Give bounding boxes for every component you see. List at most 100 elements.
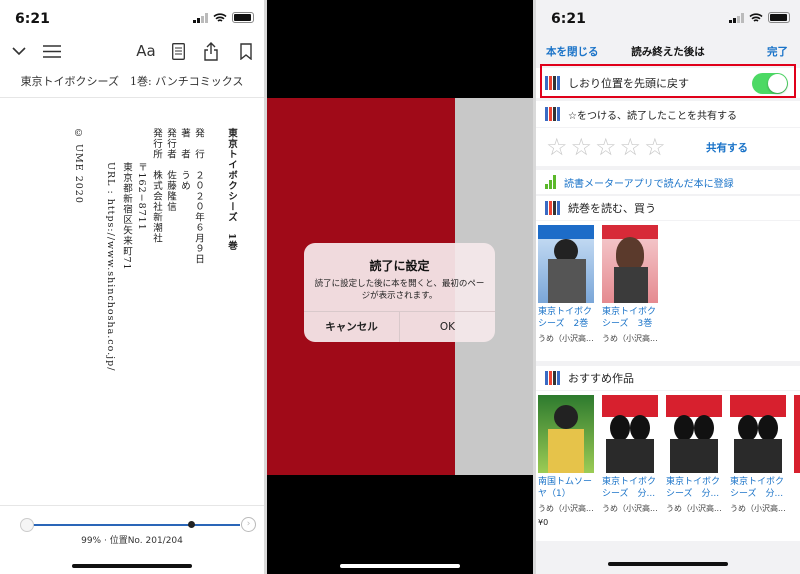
kindle-bars-icon (545, 201, 560, 215)
star-icon[interactable]: ☆ (571, 135, 593, 159)
slider-start-handle[interactable] (20, 518, 34, 532)
recommend-book[interactable]: 東京トイボク シーズ 分... うめ（小沢高... (666, 395, 722, 514)
forward-icon[interactable]: › (241, 517, 256, 532)
book-cover (730, 395, 786, 473)
kindle-bars-icon (545, 107, 560, 121)
dialog-panel: 読了に設定 読了に設定した後に本を開くと、最初のページが表示されます。 キャンセ… (267, 0, 533, 574)
menu-icon[interactable] (42, 38, 62, 64)
bookmark-icon[interactable] (238, 38, 254, 64)
rating-stars[interactable]: ☆ ☆ ☆ ☆ ☆ (546, 135, 666, 159)
star-icon[interactable]: ☆ (595, 135, 617, 159)
status-icons (729, 12, 790, 23)
reading-meter-link: 読書メーターアプリで読んだ本に登録 (564, 178, 734, 190)
book-title: 東京トイボク シーズ 3巻 (602, 307, 657, 329)
done-button[interactable]: 完了 (767, 44, 788, 59)
recommend-book-partial[interactable] (794, 395, 800, 473)
book-title: 東京トイボク シーズ 分... (730, 477, 785, 499)
home-indicator (340, 564, 460, 568)
reader-toolbar: Aa (0, 38, 264, 66)
colophon-address: 東京都新宿区矢来町71 (121, 162, 132, 271)
share-icon[interactable] (203, 38, 219, 64)
book-title: 東京トイボク シーズ 2巻 (538, 307, 593, 329)
star-icon[interactable]: ☆ (620, 135, 642, 159)
book-author: うめ（小沢高... (730, 504, 786, 513)
book-cover (538, 395, 594, 473)
recommend-book[interactable]: 南国トムソー ヤ（1） うめ（小沢高... ¥0 (538, 395, 594, 527)
slider-thumb[interactable] (188, 521, 195, 528)
cancel-button[interactable]: キャンセル (304, 312, 399, 342)
divider (0, 505, 264, 506)
kindle-bars-icon (545, 371, 560, 385)
recommend-list: 南国トムソー ヤ（1） うめ（小沢高... ¥0 東京トイボク シーズ 分...… (536, 391, 800, 541)
series-heading: 続巻を読む、買う (568, 202, 656, 215)
font-settings-icon[interactable]: Aa (134, 38, 158, 64)
progress-label: 99% · 位置No. 201/204 (81, 536, 183, 546)
colophon-publisher-person: 発行者 佐藤隆信 (165, 128, 176, 212)
reading-meter-row[interactable]: 読書メーターアプリで読んだ本に登録 (536, 170, 800, 194)
chevron-down-icon[interactable] (10, 38, 28, 64)
nav-bar: 本を閉じる 読み終えた後は 完了 (536, 38, 800, 64)
book-author: うめ（小沢高... (666, 504, 722, 513)
recommend-heading: おすすめ作品 (568, 372, 634, 385)
colophon-publisher: 発行所 株式会社新潮社 (151, 128, 162, 244)
book-cover (666, 395, 722, 473)
rating-row: ☆ ☆ ☆ ☆ ☆ 共有する (536, 128, 800, 166)
book-cover (538, 225, 594, 303)
share-button[interactable]: 共有する (706, 140, 748, 155)
book-cover (602, 225, 658, 303)
series-book[interactable]: 東京トイボク シーズ 3巻 うめ（小沢高... (602, 225, 658, 344)
signal-icon (193, 12, 208, 23)
status-bar: 6:21 (536, 0, 800, 36)
book-author: うめ（小沢高... (602, 504, 658, 513)
recommend-book[interactable]: 東京トイボク シーズ 分... うめ（小沢高... (602, 395, 658, 514)
book-title: 東京トイボク シーズ 分... (602, 477, 657, 499)
signal-icon (729, 12, 744, 23)
colophon-url: URL : https://www.shinchosha.co.jp/ (105, 162, 116, 372)
ok-button[interactable]: OK (399, 312, 495, 342)
star-icon[interactable]: ☆ (644, 135, 666, 159)
slider-track (26, 524, 240, 526)
colophon-copyright: © UME 2020 (73, 128, 84, 204)
book-author: うめ（小沢高... (538, 334, 594, 343)
alert-message: 読了に設定した後に本を開くと、最初のページが表示されます。 (314, 279, 485, 301)
status-time: 6:21 (15, 11, 50, 27)
home-indicator (608, 562, 728, 566)
book-author: うめ（小沢高... (602, 334, 658, 343)
book-author: うめ（小沢高... (538, 504, 594, 513)
book-title: 東京トイボク シーズ 分... (666, 477, 721, 499)
share-heading: ☆をつける、読了したことを共有する (568, 110, 737, 122)
recommend-book[interactable]: 東京トイボク シーズ 分... うめ（小沢高... (730, 395, 786, 514)
book-cover (794, 395, 800, 473)
page-title: 読み終えた後は (631, 46, 705, 58)
colophon-issue: 発 行 ２０２０年６月９日 (193, 128, 204, 265)
meter-bars-icon (545, 175, 556, 189)
status-time: 6:21 (551, 11, 586, 27)
colophon-author: 著 者 うめ (179, 128, 190, 191)
divider (0, 97, 264, 98)
wifi-icon (213, 12, 227, 22)
series-heading-row: 続巻を読む、買う (536, 196, 800, 220)
share-heading-row: ☆をつける、読了したことを共有する (536, 101, 800, 127)
notes-icon[interactable] (170, 38, 186, 64)
alert-title: 読了に設定 (369, 259, 430, 273)
series-list: 東京トイボク シーズ 2巻 うめ（小沢高... 東京トイボク シーズ 3巻 うめ… (536, 221, 800, 361)
star-icon[interactable]: ☆ (546, 135, 568, 159)
book-cover (602, 395, 658, 473)
finish-alert: 読了に設定 読了に設定した後に本を開くと、最初のページが表示されます。 キャンセ… (304, 243, 495, 342)
book-price: ¥0 (538, 518, 549, 527)
series-book[interactable]: 東京トイボク シーズ 2巻 うめ（小沢高... (538, 225, 594, 344)
after-reading-panel: 6:21 本を閉じる 読み終えた後は 完了 しおり位置を先頭に戻す ☆をつける、… (536, 0, 800, 574)
battery-icon (232, 12, 254, 23)
reader-panel: 6:21 Aa 東京トイボクシーズ 1巻: バンチコミックス 東京トイボクシーズ… (0, 0, 264, 574)
position-slider[interactable]: › (20, 517, 256, 532)
colophon-title: 東京トイボクシーズ 1巻 (226, 128, 237, 252)
recommend-heading-row: おすすめ作品 (536, 366, 800, 390)
wifi-icon (749, 12, 763, 22)
colophon-zip: 〒162−8711 (136, 162, 147, 231)
book-title: 南国トムソー ヤ（1） (538, 477, 593, 499)
battery-icon (768, 12, 790, 23)
home-indicator (72, 564, 192, 568)
book-title: 東京トイボクシーズ 1巻: バンチコミックス (20, 75, 244, 88)
status-bar: 6:21 (0, 0, 264, 36)
highlight-box (540, 64, 796, 98)
